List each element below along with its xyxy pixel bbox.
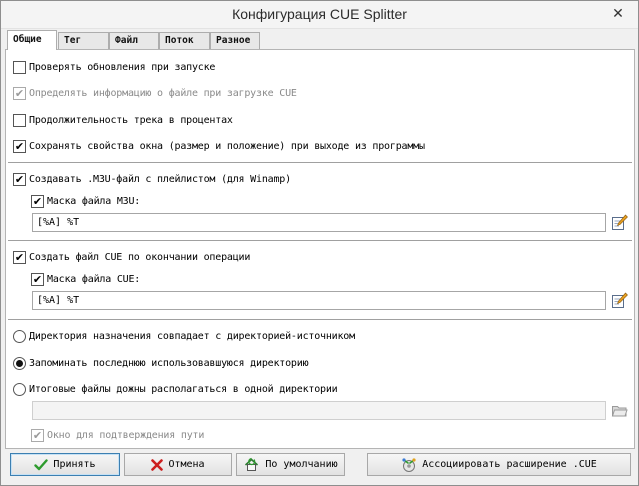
check-updates-label: Проверять обновления при запуске [29,61,216,73]
dest-single-dir-option[interactable]: Итоговые файлы дожны располагаться в одн… [13,381,338,397]
defaults-button-label: По умолчанию [265,459,338,470]
edit-icon [612,214,628,230]
browse-folder-button[interactable] [611,402,628,419]
detect-file-info-checkbox: ✔ [13,86,26,100]
dest-same-as-source-option[interactable]: Директория назначения совпадает с директ… [13,328,355,344]
separator [8,162,632,164]
m3u-mask-option[interactable]: ✔ Маска файла M3U: [31,193,140,209]
m3u-mask-edit-button[interactable] [611,214,628,231]
tab-general[interactable]: Общие [7,30,57,50]
track-duration-option[interactable]: Продолжительность трека в процентах [13,112,233,128]
track-duration-label: Продолжительность трека в процентах [29,114,233,126]
dest-single-dir-label: Итоговые файлы дожны располагаться в одн… [29,383,338,395]
dest-same-as-source-radio[interactable] [13,329,26,343]
track-duration-checkbox[interactable] [13,113,26,127]
tab-panel-general: Проверять обновления при запуске ✔ Опред… [5,49,635,449]
config-window: Конфигурация CUE Splitter ✕ Общие Тег Фа… [0,0,639,486]
m3u-mask-input[interactable]: [%A] %T [32,213,606,232]
defaults-button[interactable]: По умолчанию [236,453,345,476]
reset-defaults-icon [245,457,259,471]
title-bar[interactable]: Конфигурация CUE Splitter ✕ [1,1,638,29]
cue-mask-checkbox[interactable]: ✔ [31,272,44,286]
dest-remember-last-radio[interactable] [13,356,26,370]
close-button[interactable]: ✕ [606,4,630,24]
dest-path-input[interactable] [32,401,606,420]
ok-button[interactable]: Принять [10,453,120,476]
save-window-props-checkbox[interactable]: ✔ [13,139,26,153]
create-cue-label: Создать файл CUE по окончании операции [29,251,251,263]
detect-file-info-label: Определять информацию о файле при загруз… [29,87,297,99]
create-m3u-label: Создавать .M3U-файл с плейлистом (для Wi… [29,173,291,185]
folder-icon [611,406,628,417]
cue-mask-option[interactable]: ✔ Маска файла CUE: [31,271,140,287]
create-m3u-checkbox[interactable]: ✔ [13,172,26,186]
save-window-props-option[interactable]: ✔ Сохранять свойства окна (размер и поло… [13,138,425,154]
m3u-mask-checkbox[interactable]: ✔ [31,194,44,208]
confirm-path-option: ✔ Окно для подтверждения пути [31,427,204,443]
check-updates-option[interactable]: Проверять обновления при запуске [13,59,215,75]
cancel-button[interactable]: Отмена [124,453,232,476]
check-updates-checkbox[interactable] [13,60,26,74]
cancel-x-icon [151,458,164,471]
confirm-path-checkbox: ✔ [31,428,44,442]
confirm-path-label: Окно для подтверждения пути [47,429,205,441]
separator [8,240,632,242]
dest-same-as-source-label: Директория назначения совпадает с директ… [29,330,355,342]
checkmark-icon [34,458,49,470]
dest-remember-last-option[interactable]: Запоминать последнюю использовавшуюся ди… [13,355,309,371]
m3u-mask-label: Маска файла M3U: [47,195,141,207]
close-icon[interactable]: ✕ [612,6,624,22]
create-m3u-option[interactable]: ✔ Создавать .M3U-файл с плейлистом (для … [13,171,291,187]
ok-button-label: Принять [53,459,96,470]
associate-extension-button-label: Ассоциировать расширение .CUE [422,459,597,470]
tab-tag[interactable]: Тег [58,32,109,49]
dest-remember-last-label: Запоминать последнюю использовавшуюся ди… [29,357,309,369]
radio-selected-dot [16,359,23,367]
window-title: Конфигурация CUE Splitter [232,6,407,22]
create-cue-checkbox[interactable]: ✔ [13,250,26,264]
cue-mask-label: Маска файла CUE: [47,273,141,285]
edit-icon [612,292,628,308]
cancel-button-label: Отмена [168,459,205,470]
cue-mask-edit-button[interactable] [611,292,628,309]
dest-single-dir-radio[interactable] [13,382,26,396]
associate-icon [402,457,416,472]
separator [8,319,632,321]
create-cue-option[interactable]: ✔ Создать файл CUE по окончании операции [13,249,250,265]
tab-stream[interactable]: Поток [159,32,210,49]
tab-file[interactable]: Файл [109,32,159,49]
associate-extension-button[interactable]: Ассоциировать расширение .CUE [367,453,631,476]
tab-misc[interactable]: Разное [210,32,260,49]
save-window-props-label: Сохранять свойства окна (размер и положе… [29,140,425,152]
cue-mask-input[interactable]: [%A] %T [32,291,606,310]
detect-file-info-option: ✔ Определять информацию о файле при загр… [13,85,297,101]
